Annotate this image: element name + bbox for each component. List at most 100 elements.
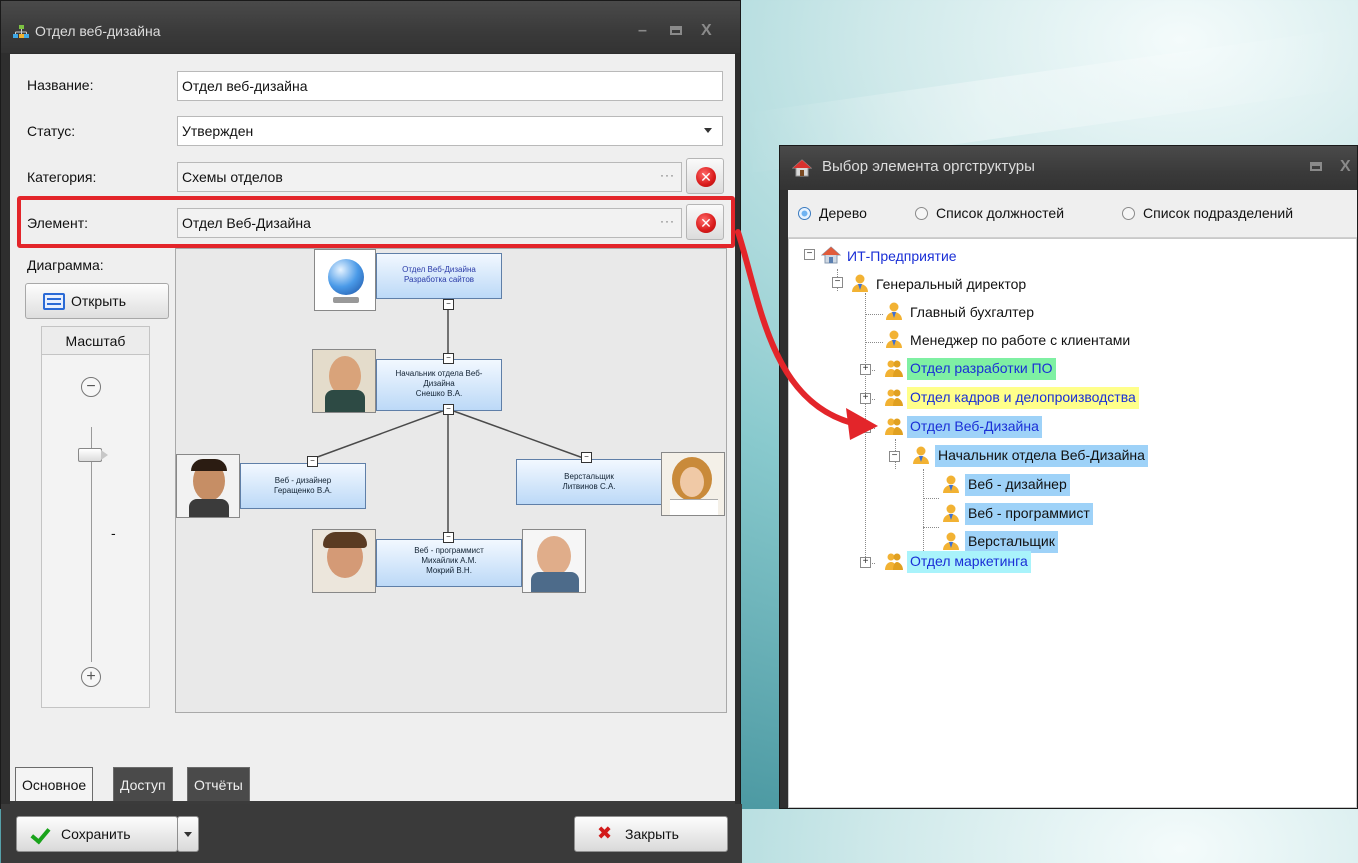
department-window: Отдел веб-дизайна – X Название: Отдел ве… [0, 0, 742, 863]
close-window-button[interactable]: X [701, 23, 712, 39]
zoom-out-icon[interactable]: − [81, 377, 101, 397]
clear-category-button[interactable]: ✕ [686, 158, 724, 194]
tree-node-web-design-head[interactable]: Начальник отдела Веб-Дизайна [935, 445, 1148, 467]
collapse-toggle[interactable]: − [860, 422, 871, 433]
tree-node-software-dept[interactable]: Отдел разработки ПО [907, 358, 1056, 380]
scale-panel: Масштаб − - + [41, 326, 150, 708]
open-button-label: Открыть [71, 293, 126, 309]
save-options-dropdown[interactable] [177, 816, 199, 852]
tree-node-label: Главный бухгалтер [910, 304, 1034, 320]
category-label: Категория: [27, 169, 97, 185]
save-button-label: Сохранить [61, 826, 131, 842]
status-select[interactable]: Утвержден [177, 116, 723, 146]
collapse-node-button[interactable]: − [581, 452, 592, 463]
radio-tree[interactable]: Дерево [798, 205, 867, 221]
minimize-button[interactable]: – [638, 23, 647, 39]
maximize-button[interactable] [1310, 162, 1322, 171]
node-line: Разработка сайтов [403, 275, 475, 284]
tab-access[interactable]: Доступ [113, 767, 173, 801]
house-icon [792, 159, 812, 177]
tree-node-label: Генеральный директор [876, 276, 1027, 292]
group-icon [885, 553, 903, 570]
node-line: Геращенко В.А. [274, 486, 332, 495]
close-button[interactable]: ✖ Закрыть [574, 816, 728, 852]
tab-access-label: Доступ [120, 777, 166, 793]
org-structure-picker-window: Выбор элемента оргструктуры X Дерево Спи… [779, 145, 1358, 809]
tree-node-label: Отдел маркетинга [910, 553, 1028, 569]
scale-slider-thumb[interactable] [78, 448, 108, 462]
expand-toggle[interactable]: + [860, 557, 871, 568]
status-label: Статус: [27, 123, 76, 139]
tree-node-marketing-dept[interactable]: Отдел маркетинга [907, 551, 1031, 573]
tab-reports[interactable]: Отчёты [187, 767, 250, 801]
expand-toggle[interactable]: + [860, 364, 871, 375]
open-diagram-button[interactable]: Открыть [25, 283, 169, 319]
diagram-node-department[interactable]: Отдел Веб-Дизайна Разработка сайтов [376, 253, 502, 299]
radio-departments-list[interactable]: Список подразделений [1122, 205, 1293, 221]
tab-main[interactable]: Основное [15, 767, 94, 801]
save-button[interactable]: Сохранить [16, 816, 178, 852]
radio-tree-label: Дерево [819, 205, 867, 221]
department-window-titlebar[interactable]: Отдел веб-дизайна – X [1, 1, 740, 53]
picker-content: Дерево Список должностей Список подразде… [788, 190, 1357, 808]
footer-bar: Сохранить ✖ Закрыть [1, 804, 742, 863]
name-field[interactable]: Отдел веб-дизайна [177, 71, 723, 101]
collapse-node-button[interactable]: − [443, 532, 454, 543]
group-icon [885, 389, 903, 406]
programmer-photo-1 [312, 529, 376, 593]
name-label: Название: [27, 77, 94, 93]
tree-node-enterprise[interactable]: ИТ-Предприятие [844, 246, 960, 268]
zoom-in-icon[interactable]: + [81, 667, 101, 687]
window-icon [43, 293, 65, 310]
person-icon [943, 475, 959, 493]
node-line: Литвинов С.А. [562, 482, 616, 491]
node-line: Верстальщик [564, 472, 614, 481]
diagram-node-head[interactable]: Начальник отдела Веб- Дизайна Снешко В.А… [376, 359, 502, 411]
tree-node-director[interactable]: Генеральный директор [873, 274, 1029, 296]
collapse-toggle[interactable]: − [889, 451, 900, 462]
collapse-node-button[interactable]: − [443, 353, 454, 364]
tree-node-web-designer[interactable]: Веб - дизайнер [965, 474, 1070, 496]
collapse-toggle[interactable]: − [832, 277, 843, 288]
radio-positions-list[interactable]: Список должностей [915, 205, 1064, 221]
status-value: Утвержден [182, 123, 254, 139]
collapse-node-button[interactable]: − [443, 404, 454, 415]
designer-photo [176, 454, 240, 518]
chevron-down-icon [704, 128, 712, 133]
element-highlight-frame [17, 196, 735, 248]
diagram-node-designer[interactable]: Веб - дизайнер Геращенко В.А. [240, 463, 366, 509]
person-icon [886, 330, 902, 348]
category-field[interactable]: Схемы отделов ··· [177, 162, 682, 192]
person-icon [943, 504, 959, 522]
maximize-button[interactable] [670, 26, 682, 35]
collapse-toggle[interactable]: − [804, 249, 815, 260]
picker-title: Выбор элемента оргструктуры [822, 158, 1035, 175]
tree-node-label: Верстальщик [968, 533, 1055, 549]
org-chart-icon [13, 25, 29, 38]
tree-node-label: Веб - дизайнер [968, 476, 1067, 492]
checkmark-icon [30, 823, 51, 845]
tree-node-chief-accountant[interactable]: Главный бухгалтер [907, 302, 1037, 324]
expand-toggle[interactable]: + [860, 393, 871, 404]
node-line: Отдел Веб-Дизайна [402, 265, 476, 274]
radio-selected-icon [798, 207, 811, 220]
tree-node-web-design-dept[interactable]: Отдел Веб-Дизайна [907, 416, 1042, 438]
diagram-node-layout-designer[interactable]: Верстальщик Литвинов С.А. [516, 459, 662, 505]
tree-node-layout-designer[interactable]: Верстальщик [965, 531, 1058, 553]
node-line: Снешко В.А. [415, 389, 463, 398]
tree-node-hr-dept[interactable]: Отдел кадров и делопроизводства [907, 387, 1139, 409]
picker-titlebar[interactable]: Выбор элемента оргструктуры X [780, 146, 1357, 190]
close-x-icon: ✖ [597, 823, 613, 843]
tree-node-label: Отдел Веб-Дизайна [910, 418, 1039, 434]
diagram-node-programmer[interactable]: Веб - программист Михайлик А.М. Мокрий В… [376, 539, 522, 587]
radio-unselected-icon [915, 207, 928, 220]
tree-node-label: Отдел разработки ПО [910, 360, 1053, 376]
collapse-node-button[interactable]: − [443, 299, 454, 310]
org-diagram[interactable]: Отдел Веб-Дизайна Разработка сайтов − На… [175, 248, 727, 713]
tree-node-client-manager[interactable]: Менеджер по работе с клиентами [907, 330, 1133, 352]
ellipsis-button[interactable]: ··· [660, 168, 675, 182]
tree-node-web-programmer[interactable]: Веб - программист [965, 503, 1093, 525]
close-window-button[interactable]: X [1340, 159, 1351, 175]
org-tree[interactable]: − ИТ-Предприятие − Генеральный директор … [788, 238, 1357, 808]
collapse-node-button[interactable]: − [307, 456, 318, 467]
